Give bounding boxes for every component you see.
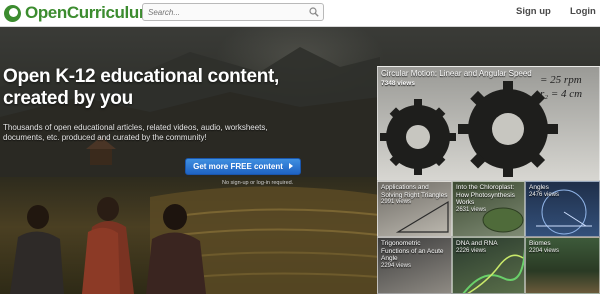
content-tile-biomes[interactable]: Biomes 2204 views bbox=[525, 237, 600, 294]
search-icon[interactable] bbox=[309, 7, 319, 17]
tile-caption: Angles 2476 views bbox=[529, 184, 597, 199]
featured-tile-caption: Circular Motion: Linear and Angular Spee… bbox=[381, 69, 532, 89]
featured-math-1: = 25 rpm bbox=[540, 74, 582, 86]
tile-title: Angles bbox=[529, 184, 549, 191]
tile-views: 2631 views bbox=[456, 206, 487, 213]
tile-title: DNA and RNA bbox=[456, 240, 498, 247]
tile-views: 2226 views bbox=[456, 247, 487, 254]
tile-views: 2294 views bbox=[381, 262, 412, 269]
tile-caption: Applications and Solving Right Triangles… bbox=[381, 184, 449, 207]
hikers-silhouettes bbox=[10, 197, 206, 294]
hero-title-line-2: created by you bbox=[3, 88, 133, 109]
content-tile-chloroplast[interactable]: Into the Chloroplast: How Photosynthesis… bbox=[452, 181, 525, 237]
tile-title: Applications and Solving Right Triangles bbox=[381, 184, 448, 199]
hero-title: Open K-12 educational content, created b… bbox=[3, 66, 303, 110]
tile-title: Into the Chloroplast: How Photosynthesis… bbox=[456, 184, 515, 206]
tile-views: 2204 views bbox=[529, 247, 560, 254]
cta-label: Get more FREE content bbox=[193, 162, 283, 171]
cta-note: No sign-up or log-in required. bbox=[222, 180, 294, 186]
content-tile-trig-functions[interactable]: Trigonometric Functions of an Acute Angl… bbox=[377, 237, 452, 294]
content-tile-angles[interactable]: Angles 2476 views bbox=[525, 181, 600, 237]
get-more-free-content-button[interactable]: Get more FREE content bbox=[185, 158, 301, 175]
featured-content-tile[interactable]: = 25 rpm r₂ = 4 cm Circular Motion: Line… bbox=[377, 66, 600, 181]
tile-views: 2476 views bbox=[529, 191, 560, 198]
featured-tile-views: 7348 views bbox=[381, 80, 415, 87]
content-tile-dna-rna[interactable]: DNA and RNA 2226 views bbox=[452, 237, 525, 294]
hero-subtitle-line-1: Thousands of open educational articles, … bbox=[3, 123, 268, 132]
tile-views: 2991 views bbox=[381, 199, 412, 205]
hero-title-line-1: Open K-12 educational content, bbox=[3, 66, 280, 87]
tile-caption: DNA and RNA 2226 views bbox=[456, 240, 522, 255]
search-box[interactable] bbox=[142, 3, 324, 21]
hero-subtitle-line-2: documents, etc. produced and curated by … bbox=[3, 133, 207, 142]
opencurriculum-logo-icon bbox=[4, 4, 21, 22]
tile-caption: Into the Chloroplast: How Photosynthesis… bbox=[456, 184, 522, 214]
hero-subtitle: Thousands of open educational articles, … bbox=[3, 123, 333, 143]
tile-title: Trigonometric Functions of an Acute Angl… bbox=[381, 240, 444, 262]
tile-title: Biomes bbox=[529, 240, 551, 247]
logo-wordmark: OpenCurriculum bbox=[25, 3, 154, 23]
site-logo[interactable]: OpenCurriculum bbox=[4, 3, 154, 23]
tile-caption: Trigonometric Functions of an Acute Angl… bbox=[381, 240, 449, 270]
logo-text-open: Open bbox=[25, 3, 67, 22]
featured-math-2: r₂ = 4 cm bbox=[540, 88, 582, 100]
search-input[interactable] bbox=[148, 5, 298, 19]
featured-tile-title: Circular Motion: Linear and Angular Spee… bbox=[381, 69, 532, 78]
logo-text-curriculum: Curriculum bbox=[66, 3, 154, 22]
sign-up-link[interactable]: Sign up bbox=[516, 4, 551, 20]
top-nav-bar: OpenCurriculum Sign up Login bbox=[0, 0, 600, 27]
login-link[interactable]: Login bbox=[570, 4, 596, 20]
chevron-right-icon bbox=[289, 163, 293, 169]
content-tile-right-triangles[interactable]: Applications and Solving Right Triangles… bbox=[377, 181, 452, 237]
tile-caption: Biomes 2204 views bbox=[529, 240, 597, 255]
